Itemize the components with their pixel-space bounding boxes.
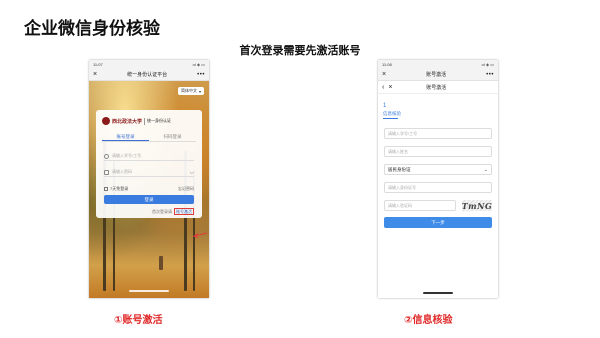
login-tabs: 账号登录 扫码登录: [102, 132, 196, 142]
slide-subtitle: 首次登录需要先激活账号: [239, 45, 361, 57]
wechat-header: × 账号激活 •••: [378, 69, 498, 81]
brand-divider: [144, 117, 146, 125]
next-step-button[interactable]: 下一步: [384, 217, 492, 228]
brand-logo: 西北政法大学 统一身份认证: [102, 116, 196, 126]
close-icon[interactable]: ×: [93, 71, 97, 78]
first-login-hint: 首次登录请: [152, 208, 172, 214]
status-time: 11:08: [382, 62, 392, 67]
slide-title: 企业微信身份核验: [24, 19, 160, 38]
back-icon[interactable]: ‹: [382, 84, 384, 91]
username-field[interactable]: 请输入学号/工号: [104, 152, 194, 161]
home-indicator: [423, 292, 453, 294]
header-title: 统一身份认证平台: [127, 72, 168, 78]
student-id-input[interactable]: 请输入学号/工号: [384, 128, 492, 139]
phone-login-screenshot: 11:07 •ıl ◈ ▭ × 统一身份认证平台 ••• 简体中文 ▾ 西北政法…: [89, 60, 209, 298]
student-id-placeholder: 请输入学号/工号: [388, 130, 418, 136]
step-label: 信息核验: [383, 111, 401, 116]
account-activate-link[interactable]: 账号激活: [174, 208, 194, 215]
header-title: 账号激活: [426, 72, 447, 78]
id-number-input[interactable]: 请输入身份证号: [384, 182, 492, 193]
forgot-password-link[interactable]: 忘记密码: [178, 186, 194, 192]
status-time: 11:07: [93, 62, 103, 67]
caption-step2: ②信息核验: [404, 315, 453, 326]
tab-qr-login[interactable]: 扫码登录: [149, 132, 196, 141]
remember-checkbox[interactable]: [104, 186, 108, 191]
id-type-select[interactable]: 居民身份证 ⌄: [384, 164, 492, 175]
language-label: 简体中文: [180, 88, 197, 93]
caption-step1: ①账号激活: [114, 315, 163, 326]
captcha-image[interactable]: TmNG: [462, 200, 492, 211]
chevron-down-icon: ▾: [198, 88, 201, 94]
phone-activation-screenshot: 11:08 •ıl ◈ ▭ × 账号激活 ••• ‹ × 账号激活 1 信息核验…: [378, 60, 498, 298]
status-icons: •ıl ◈ ▭: [192, 62, 205, 67]
id-type-value: 居民身份证: [388, 166, 411, 172]
password-field[interactable]: 请输入密码 ◡: [104, 168, 194, 177]
home-indicator: [129, 290, 169, 292]
university-name: 西北政法大学: [112, 118, 143, 125]
user-icon: [104, 153, 109, 159]
login-card: 西北政法大学 统一身份认证 账号登录 扫码登录 请输入学号/工号 请输入密码 ◡…: [96, 110, 202, 218]
red-arrow-icon: [192, 232, 208, 238]
remember-label: 7天免登录: [110, 185, 129, 191]
step-number: 1: [383, 103, 387, 109]
username-placeholder: 请输入学号/工号: [112, 153, 142, 158]
page-nav-bar: ‹ × 账号激活: [378, 81, 498, 94]
login-button[interactable]: 登录: [104, 195, 194, 204]
language-selector[interactable]: 简体中文 ▾: [178, 87, 204, 95]
status-icons: •ıl ◈ ▭: [481, 62, 494, 67]
chevron-down-icon: ⌄: [483, 166, 488, 173]
id-number-placeholder: 请输入身份证号: [388, 184, 416, 190]
name-placeholder: 请输入姓名: [388, 148, 408, 154]
remember-row: 7天免登录 忘记密码: [104, 185, 194, 192]
lock-icon: [104, 169, 109, 175]
step-underline: [383, 118, 398, 119]
password-placeholder: 请输入密码: [112, 169, 132, 174]
tab-account-login[interactable]: 账号登录: [102, 132, 149, 141]
status-bar: 11:08 •ıl ◈ ▭: [378, 60, 498, 69]
university-emblem-icon: [102, 117, 110, 125]
more-icon[interactable]: •••: [486, 72, 494, 78]
captcha-placeholder: 请输入验证码: [388, 202, 412, 208]
nav-left-group: ‹ ×: [382, 84, 392, 91]
status-bar: 11:07 •ıl ◈ ▭: [89, 60, 209, 69]
eye-icon[interactable]: ◡: [190, 169, 194, 175]
close-icon[interactable]: ×: [388, 84, 392, 91]
more-icon[interactable]: •••: [197, 72, 205, 78]
close-icon[interactable]: ×: [382, 71, 386, 78]
name-input[interactable]: 请输入姓名: [384, 146, 492, 157]
wechat-header: × 统一身份认证平台 •••: [89, 69, 209, 81]
captcha-input[interactable]: 请输入验证码: [384, 200, 456, 211]
nav-title: 账号激活: [426, 84, 447, 91]
activate-row: 首次登录请 账号激活: [104, 208, 194, 215]
brand-subtitle: 统一身份认证: [147, 118, 172, 123]
